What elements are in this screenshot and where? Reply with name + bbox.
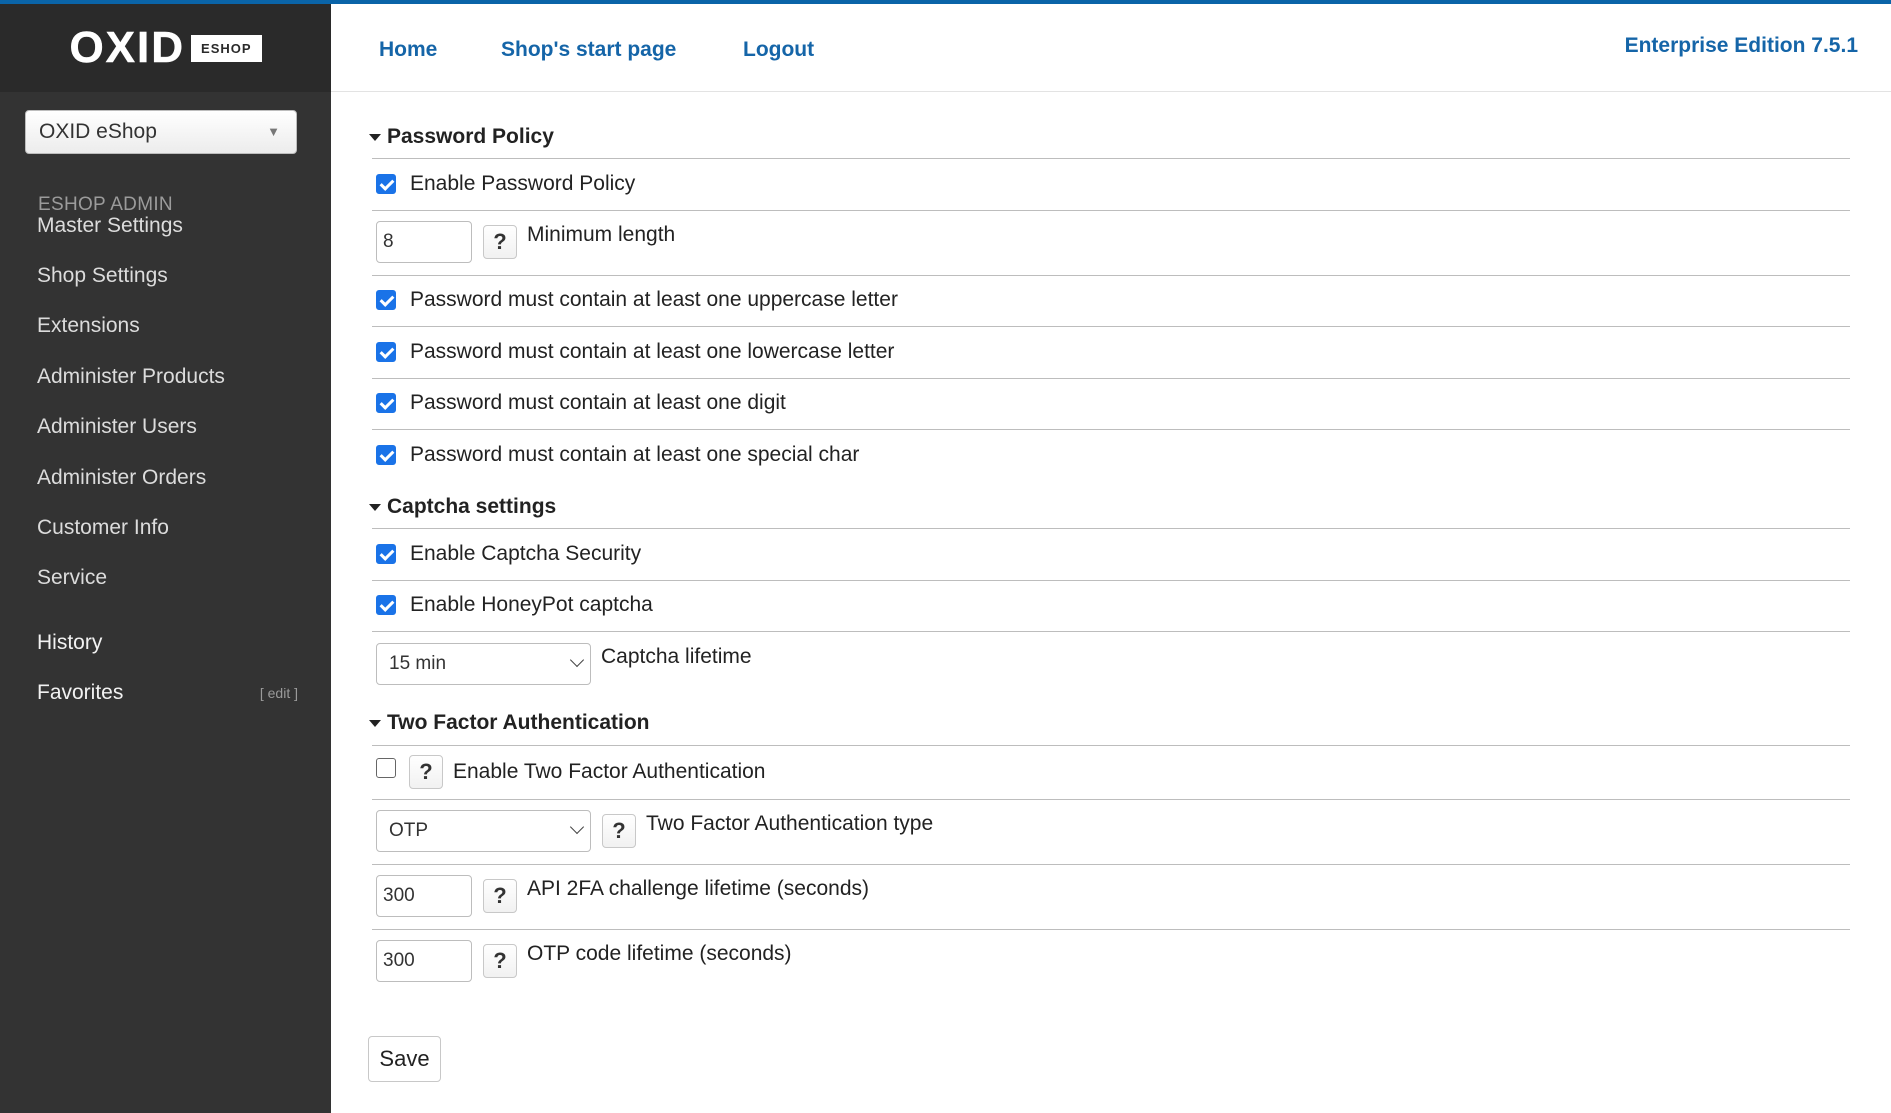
edition-label: Enterprise Edition 7.5.1: [1624, 34, 1858, 57]
caret-down-icon: [369, 133, 381, 141]
logout-link[interactable]: Logout: [743, 38, 814, 62]
lowercase-row: Password must contain at least one lower…: [376, 340, 894, 364]
enable-captcha-label: Enable Captcha Security: [410, 542, 642, 565]
2fa-type-value: OTP: [389, 820, 429, 841]
divider: [372, 528, 1850, 529]
logo-badge: ESHOP: [191, 34, 262, 62]
caret-down-icon: [369, 503, 381, 511]
settings-form: Password Policy Enable Password Policy 8…: [331, 92, 1891, 1113]
lowercase-label: Password must contain at least one lower…: [410, 340, 895, 363]
nav-history[interactable]: History: [37, 631, 102, 655]
min-length-input[interactable]: 8: [376, 221, 472, 263]
lowercase-checkbox[interactable]: [376, 342, 396, 362]
uppercase-row: Password must contain at least one upper…: [376, 288, 898, 312]
divider: [372, 580, 1850, 581]
nav-administer-products[interactable]: Administer Products: [37, 365, 225, 389]
nav-administer-orders[interactable]: Administer Orders: [37, 466, 206, 490]
section-password-policy[interactable]: Password Policy: [369, 125, 554, 149]
shop-select[interactable]: OXID eShop ▼: [25, 110, 297, 154]
help-icon[interactable]: ?: [483, 944, 517, 978]
dropdown-arrow-icon: ▼: [267, 124, 280, 139]
help-icon[interactable]: ?: [483, 879, 517, 913]
nav-service[interactable]: Service: [37, 566, 107, 590]
nav-administer-users[interactable]: Administer Users: [37, 415, 197, 439]
honeypot-row: Enable HoneyPot captcha: [376, 593, 653, 617]
enable-captcha-checkbox[interactable]: [376, 544, 396, 564]
uppercase-label: Password must contain at least one upper…: [410, 288, 898, 311]
enable-2fa-row: ? Enable Two Factor Authentication: [376, 755, 765, 789]
section-title-text: Two Factor Authentication: [387, 711, 650, 734]
otp-lifetime-input[interactable]: 300: [376, 940, 472, 982]
divider: [372, 210, 1850, 211]
enable-2fa-label: Enable Two Factor Authentication: [453, 760, 766, 783]
honeypot-label: Enable HoneyPot captcha: [410, 593, 653, 616]
divider: [372, 745, 1850, 746]
nav-customer-info[interactable]: Customer Info: [37, 516, 169, 540]
digit-checkbox[interactable]: [376, 393, 396, 413]
section-captcha-settings[interactable]: Captcha settings: [369, 495, 556, 519]
shop-select-value: OXID eShop: [39, 120, 157, 143]
home-link[interactable]: Home: [379, 38, 437, 62]
2fa-type-row: OTP ? Two Factor Authentication type: [376, 810, 933, 852]
divider: [372, 799, 1850, 800]
otp-lifetime-row: 300 ? OTP code lifetime (seconds): [376, 940, 792, 982]
enable-password-policy-row: Enable Password Policy: [376, 172, 635, 196]
help-icon[interactable]: ?: [409, 755, 443, 789]
captcha-lifetime-value: 15 min: [389, 653, 447, 674]
otp-lifetime-label: OTP code lifetime (seconds): [527, 942, 792, 965]
enable-captcha-row: Enable Captcha Security: [376, 542, 641, 566]
enable-2fa-checkbox[interactable]: [376, 758, 396, 778]
divider: [372, 326, 1850, 327]
nav-favorites[interactable]: Favorites: [37, 681, 123, 705]
sidebar: OXID ESHOP OXID eShop ▼ ESHOP ADMIN Mast…: [0, 4, 331, 1113]
divider: [372, 275, 1850, 276]
nav-extensions[interactable]: Extensions: [37, 314, 140, 338]
help-icon[interactable]: ?: [602, 814, 636, 848]
api-2fa-lifetime-label: API 2FA challenge lifetime (seconds): [527, 877, 870, 900]
shop-start-page-link[interactable]: Shop's start page: [501, 38, 676, 62]
special-char-row: Password must contain at least one speci…: [376, 443, 859, 467]
admin-heading: ESHOP ADMIN: [38, 194, 173, 215]
2fa-type-label: Two Factor Authentication type: [646, 812, 934, 835]
api-2fa-lifetime-row: 300 ? API 2FA challenge lifetime (second…: [376, 875, 869, 917]
save-button[interactable]: Save: [368, 1036, 441, 1082]
chevron-down-icon: [569, 819, 585, 835]
special-char-label: Password must contain at least one speci…: [410, 443, 860, 466]
section-two-factor[interactable]: Two Factor Authentication: [369, 711, 650, 735]
api-2fa-lifetime-input[interactable]: 300: [376, 875, 472, 917]
logo-word: OXID: [69, 23, 186, 73]
section-title-text: Captcha settings: [387, 495, 557, 518]
section-title-text: Password Policy: [387, 125, 554, 148]
divider: [372, 864, 1850, 865]
captcha-lifetime-row: 15 min Captcha lifetime: [376, 643, 752, 685]
caret-down-icon: [369, 719, 381, 727]
top-header: Home Shop's start page Logout Enterprise…: [331, 4, 1891, 92]
digit-label: Password must contain at least one digit: [410, 391, 786, 414]
min-length-row: 8 ? Minimum length: [376, 221, 675, 263]
enable-password-policy-checkbox[interactable]: [376, 174, 396, 194]
divider: [372, 929, 1850, 930]
captcha-lifetime-label: Captcha lifetime: [601, 645, 752, 668]
special-char-checkbox[interactable]: [376, 445, 396, 465]
2fa-type-select[interactable]: OTP: [376, 810, 591, 852]
divider: [372, 158, 1850, 159]
captcha-lifetime-select[interactable]: 15 min: [376, 643, 591, 685]
divider: [372, 378, 1850, 379]
nav-master-settings[interactable]: Master Settings: [37, 214, 183, 238]
honeypot-checkbox[interactable]: [376, 595, 396, 615]
digit-row: Password must contain at least one digit: [376, 391, 786, 415]
nav-shop-settings[interactable]: Shop Settings: [37, 264, 168, 288]
chevron-down-icon: [569, 652, 585, 668]
uppercase-checkbox[interactable]: [376, 290, 396, 310]
logo[interactable]: OXID ESHOP: [0, 4, 331, 92]
min-length-label: Minimum length: [527, 223, 676, 246]
favorites-edit-link[interactable]: [ edit ]: [260, 685, 298, 701]
help-icon[interactable]: ?: [483, 225, 517, 259]
enable-password-policy-label: Enable Password Policy: [410, 172, 636, 195]
divider: [372, 631, 1850, 632]
divider: [372, 429, 1850, 430]
